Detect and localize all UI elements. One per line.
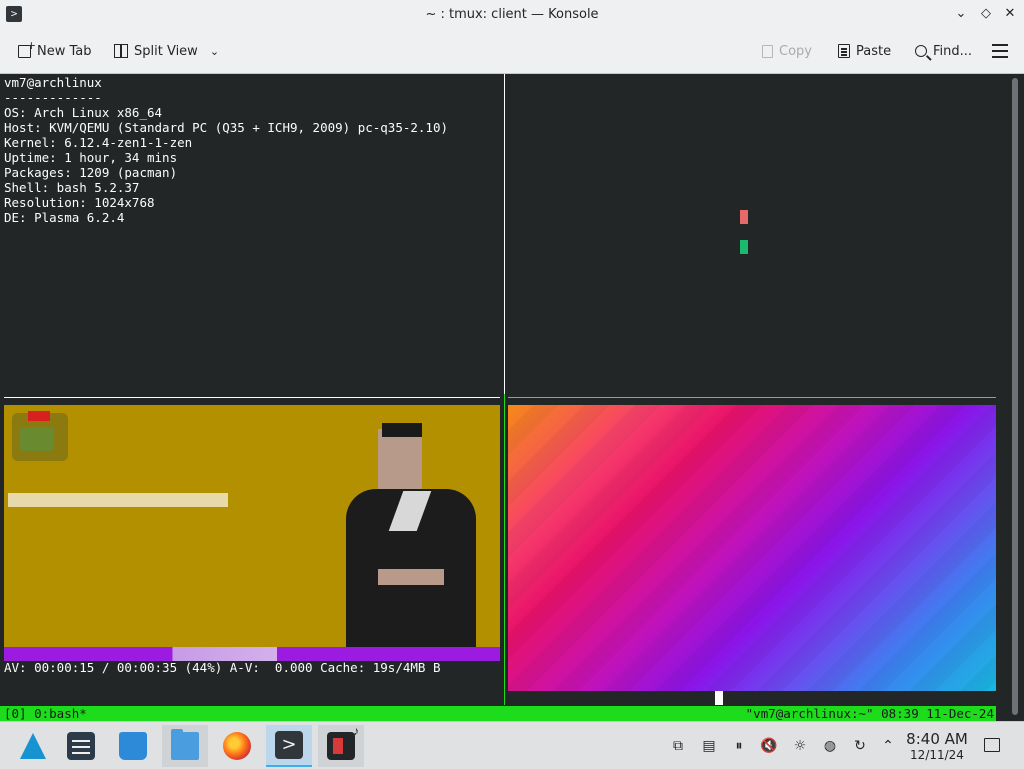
- minimize-button[interactable]: ⌄: [952, 5, 970, 23]
- task-discover[interactable]: [110, 725, 156, 767]
- new-tab-icon: [18, 39, 36, 58]
- search-icon: [915, 45, 927, 57]
- media-player-icon: [327, 724, 359, 760]
- tmux-active-divider: [504, 394, 505, 705]
- paste-icon: [838, 44, 850, 58]
- window-titlebar[interactable]: > ~ : tmux: client — Konsole ⌄ ◇ ✕: [0, 0, 1024, 30]
- channel-logo-icon: [12, 411, 68, 461]
- window-title: ~ : tmux: client — Konsole: [425, 7, 599, 22]
- tray-volume-muted-icon[interactable]: 🔇: [759, 736, 779, 756]
- folder-icon: [171, 729, 199, 760]
- new-tab-label: New Tab: [37, 43, 92, 59]
- tray-expand-icon[interactable]: ⌃: [878, 736, 898, 756]
- tray-clipboard-icon[interactable]: ⧉: [668, 736, 688, 756]
- task-system-settings[interactable]: [58, 725, 104, 767]
- sysinfo-line: DE: Plasma 6.2.4: [4, 210, 125, 225]
- clock-time: 8:40 AM: [906, 730, 968, 748]
- color-gradient-pane[interactable]: [508, 405, 996, 691]
- green-pixel-marker: [740, 240, 748, 254]
- konsole-toolbar: New Tab Split View ⌄ Copy Paste Find...: [0, 30, 1024, 74]
- sysinfo-line: Resolution: 1024x768: [4, 195, 155, 210]
- discover-store-icon: [119, 732, 147, 760]
- copy-button[interactable]: Copy: [762, 41, 812, 61]
- sysinfo-line: OS: Arch Linux x86_64: [4, 105, 163, 120]
- scrollbar-thumb[interactable]: [1012, 78, 1018, 715]
- tmux-pane-sysinfo[interactable]: vm7@archlinux ------------- OS: Arch Linux…: [4, 75, 499, 225]
- video-caption-bar: [8, 493, 228, 507]
- sysinfo-line: vm7@archlinux: [4, 75, 102, 90]
- arch-logo-icon: [20, 733, 46, 759]
- video-playback-pane[interactable]: [4, 405, 500, 661]
- application-launcher[interactable]: [10, 725, 56, 767]
- find-button[interactable]: Find...: [915, 41, 972, 61]
- task-konsole[interactable]: >: [266, 725, 312, 767]
- maximize-button[interactable]: ◇: [977, 5, 995, 23]
- sysinfo-line: Host: KVM/QEMU (Standard PC (Q35 + ICH9,…: [4, 120, 449, 135]
- paste-button[interactable]: Paste: [838, 41, 891, 61]
- clock-date: 12/11/24: [910, 748, 964, 762]
- copy-label: Copy: [779, 43, 812, 59]
- task-dolphin[interactable]: [162, 725, 208, 767]
- find-label: Find...: [933, 43, 973, 59]
- video-person-hands: [378, 569, 444, 585]
- sysinfo-line: Kernel: 6.12.4-zen1-1-zen: [4, 135, 193, 150]
- sysinfo-line: Packages: 1209 (pacman): [4, 165, 178, 180]
- sysinfo-line: Uptime: 1 hour, 34 mins: [4, 150, 178, 165]
- plasma-taskbar: > ⧉ ▤ ⏸ 🔇 ☼ ◍ ↻ ⌃ 8:40 AM 12/11/24: [0, 721, 1024, 769]
- sysinfo-line: Shell: bash 5.2.37: [4, 180, 140, 195]
- tray-updates-icon[interactable]: ↻: [850, 736, 870, 756]
- show-desktop-icon[interactable]: [984, 738, 1000, 752]
- tmux-status-right: "vm7@archlinux:~" 08:39 11-Dec-24: [745, 706, 994, 721]
- tmux-window-list[interactable]: [0] 0:bash*: [4, 706, 87, 721]
- tray-pause-icon[interactable]: ⏸: [729, 736, 749, 756]
- tray-network-icon[interactable]: ◍: [820, 736, 840, 756]
- terminal-area[interactable]: vm7@archlinux ------------- OS: Arch Linux…: [0, 74, 1024, 721]
- tmux-status-bar: [0] 0:bash* "vm7@archlinux:~" 08:39 11-D…: [0, 706, 996, 721]
- paste-label: Paste: [856, 43, 892, 59]
- tray-notes-icon[interactable]: ▤: [699, 736, 719, 756]
- split-view-button[interactable]: Split View ⌄: [114, 41, 219, 61]
- video-bottom-stripe: [4, 647, 500, 661]
- firefox-icon: [223, 732, 251, 760]
- tray-brightness-icon[interactable]: ☼: [790, 736, 810, 756]
- tmux-horizontal-divider-right: [508, 397, 996, 398]
- task-media-player[interactable]: [318, 724, 364, 767]
- hamburger-menu-icon[interactable]: [992, 44, 1008, 58]
- konsole-icon: >: [275, 731, 303, 759]
- sysinfo-line: -------------: [4, 90, 102, 105]
- system-settings-icon: [67, 732, 95, 760]
- copy-icon: [762, 44, 773, 58]
- video-person-head: [378, 429, 422, 489]
- split-view-label: Split View: [134, 43, 198, 59]
- digital-clock[interactable]: 8:40 AM 12/11/24: [900, 730, 974, 762]
- mpv-status-line: AV: 00:00:15 / 00:00:35 (44%) A-V: 0.000…: [4, 660, 441, 675]
- close-button[interactable]: ✕: [1001, 5, 1019, 23]
- chevron-down-icon[interactable]: ⌄: [210, 45, 219, 58]
- red-pixel-marker: [740, 210, 748, 224]
- video-person-hair: [382, 423, 422, 437]
- tmux-horizontal-divider-left: [4, 397, 500, 398]
- new-tab-button[interactable]: New Tab: [18, 39, 92, 61]
- split-view-icon: [114, 44, 128, 58]
- task-firefox[interactable]: [214, 725, 260, 767]
- terminal-cursor: [715, 691, 723, 705]
